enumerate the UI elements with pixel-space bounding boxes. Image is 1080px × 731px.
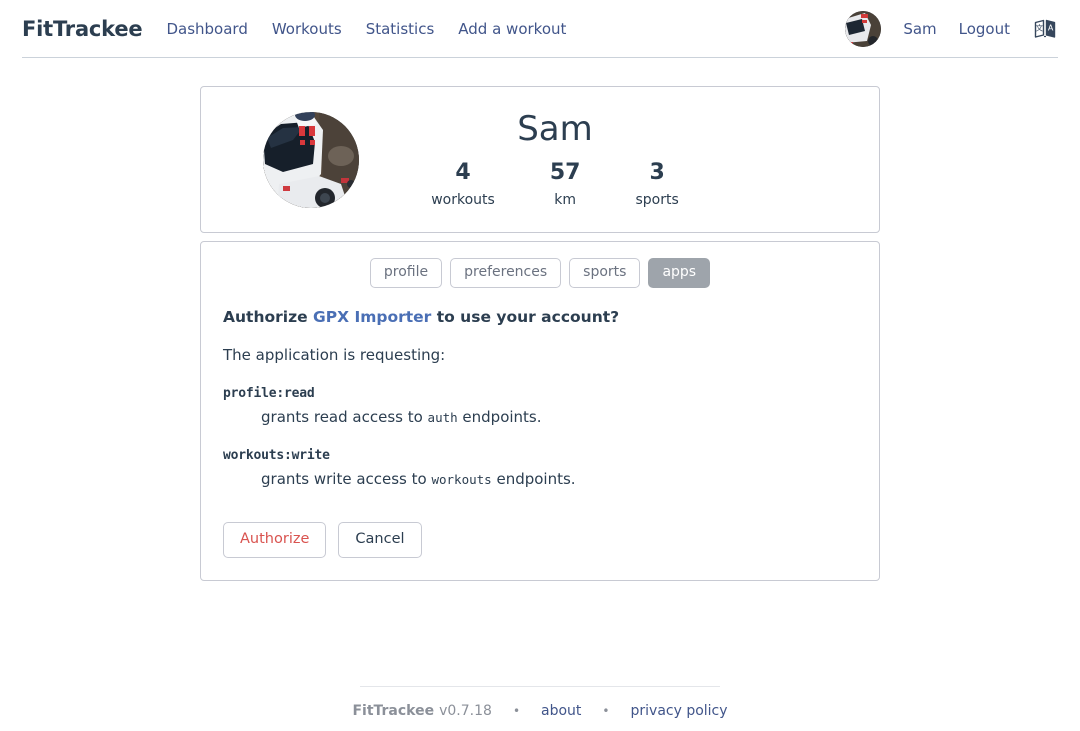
scope-item: workouts:write grants write access to wo… [223, 448, 859, 488]
profile-summary-card: Sam 4 workouts 57 km 3 sports [200, 86, 880, 233]
avatar[interactable] [845, 11, 882, 47]
footer-link-about[interactable]: about [541, 703, 581, 719]
footer-version: v0.7.18 [439, 703, 492, 719]
nav-link-user-profile[interactable]: Sam [903, 20, 936, 38]
language-switch-icon[interactable]: 文 A [1032, 16, 1058, 42]
footer-links-row: FitTrackee v0.7.18 • about • privacy pol… [352, 703, 727, 719]
tab-apps[interactable]: apps [648, 258, 711, 288]
tab-profile[interactable]: profile [369, 258, 443, 288]
primary-nav-links: Dashboard Workouts Statistics Add a work… [166, 20, 566, 38]
footer-divider [360, 686, 720, 687]
nav-link-workouts[interactable]: Workouts [272, 20, 342, 38]
footer-link-privacy-policy[interactable]: privacy policy [631, 703, 728, 719]
nav-user-area: Sam Logout 文 A [845, 11, 1058, 47]
profile-photo-helmet-icon [263, 111, 359, 208]
app-brand-logo[interactable]: FitTrackee [22, 17, 143, 41]
stat-distance: 57 km [550, 160, 581, 208]
page-content: Sam 4 workouts 57 km 3 sports profile pr… [0, 58, 1080, 582]
scope-desc-prefix: grants read access to [261, 407, 428, 426]
oauth-authorization-card: profile preferences sports apps Authoriz… [200, 241, 880, 582]
scope-desc-endpoint: auth [427, 409, 458, 425]
translate-icon: 文 A [1034, 19, 1056, 38]
avatar-photo-icon [845, 11, 882, 47]
nav-link-dashboard[interactable]: Dashboard [166, 20, 247, 38]
oauth-client-name[interactable]: GPX Importer [313, 308, 431, 326]
authorization-title: Authorize GPX Importer to use your accou… [223, 308, 859, 326]
scope-desc-suffix: endpoints. [491, 469, 576, 488]
stat-workouts-value: 4 [455, 160, 471, 185]
nav-link-statistics[interactable]: Statistics [366, 20, 435, 38]
profile-user-name: Sam [517, 108, 593, 149]
page-footer: FitTrackee v0.7.18 • about • privacy pol… [0, 686, 1080, 719]
authorization-actions: Authorize Cancel [223, 521, 859, 559]
scope-item: profile:read grants read access to auth … [223, 386, 859, 426]
cancel-button[interactable]: Cancel [338, 521, 422, 559]
scope-desc-suffix: endpoints. [457, 407, 542, 426]
profile-picture[interactable] [263, 111, 359, 208]
scope-name-profile-read: profile:read [223, 385, 315, 401]
authorization-title-suffix: to use your account? [431, 307, 620, 326]
tab-preferences[interactable]: preferences [450, 258, 562, 288]
svg-text:文: 文 [1036, 23, 1044, 33]
footer-brand: FitTrackee [352, 703, 435, 719]
scope-description-workouts-write: grants write access to workouts endpoint… [261, 470, 859, 488]
requesting-label: The application is requesting: [223, 345, 446, 364]
scope-desc-prefix: grants write access to [261, 469, 432, 488]
stat-sports-value: 3 [649, 160, 665, 185]
profile-info: Sam 4 workouts 57 km 3 sports [359, 108, 751, 209]
tab-sports[interactable]: sports [569, 258, 641, 288]
profile-stats: 4 workouts 57 km 3 sports [431, 160, 679, 208]
stat-distance-label: km [554, 192, 577, 209]
footer-separator-dot: • [512, 704, 521, 718]
stat-sports-label: sports [635, 192, 679, 209]
svg-text:A: A [1048, 24, 1054, 33]
profile-tabs: profile preferences sports apps [221, 258, 859, 288]
nav-link-add-a-workout[interactable]: Add a workout [458, 20, 566, 38]
footer-separator-dot: • [602, 704, 610, 718]
stat-distance-value: 57 [549, 160, 581, 185]
top-navigation-bar: FitTrackee Dashboard Workouts Statistics… [0, 0, 1080, 58]
stat-workouts: 4 workouts [431, 160, 495, 208]
nav-link-logout[interactable]: Logout [959, 20, 1010, 38]
authorization-title-prefix: Authorize [223, 307, 314, 326]
stat-workouts-label: workouts [431, 192, 495, 209]
authorize-button[interactable]: Authorize [223, 521, 327, 559]
scope-name-workouts-write: workouts:write [223, 447, 330, 463]
scope-desc-endpoint: workouts [431, 471, 492, 487]
scope-description-profile-read: grants read access to auth endpoints. [261, 408, 859, 426]
stat-sports: 3 sports [635, 160, 678, 208]
